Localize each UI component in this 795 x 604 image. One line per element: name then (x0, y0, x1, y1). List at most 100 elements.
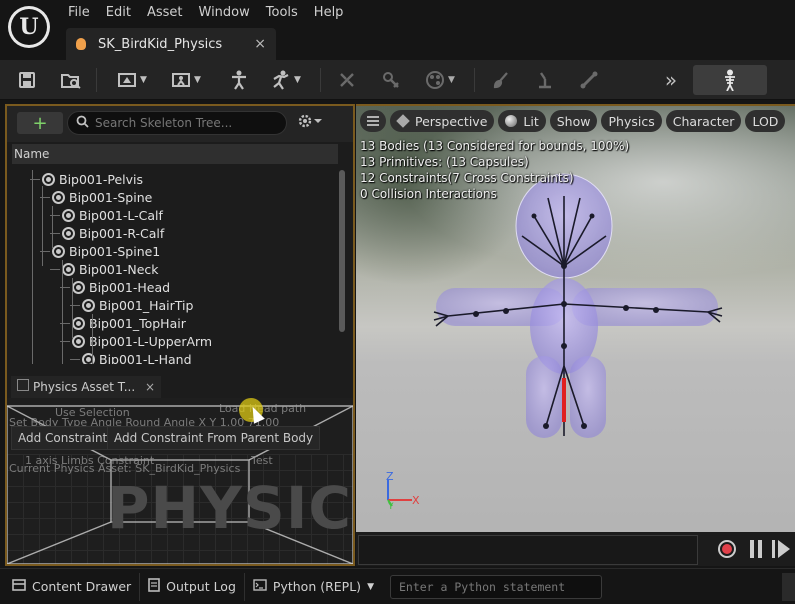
tree-item[interactable]: Bip001-Pelvis (42, 170, 143, 188)
viewport-timeline-field[interactable] (358, 535, 698, 565)
tree-scrollbar[interactable] (339, 170, 345, 332)
disable-collision-icon[interactable] (336, 67, 358, 93)
tree-guide-line (72, 278, 73, 338)
bone-icon (72, 280, 85, 294)
output-log-button[interactable]: Output Log (140, 572, 245, 601)
tree-item-label: Bip001-Spine1 (69, 243, 161, 259)
add-bone-button[interactable]: + (17, 112, 63, 134)
lit-label: Lit (523, 113, 539, 129)
perspective-button[interactable]: Perspective (390, 110, 495, 132)
tree-item[interactable]: Bip001-Spine (52, 188, 152, 206)
axis-z-label: Z (386, 470, 394, 483)
tree-item[interactable]: Bip001-R-Calf (62, 224, 164, 242)
menu-tools[interactable]: Tools (258, 3, 306, 22)
physics-button[interactable]: Physics (601, 110, 662, 132)
more-tools-button[interactable]: » (660, 67, 682, 93)
animation-mode-button[interactable]: ▼ (166, 67, 206, 93)
tree-item[interactable]: Bip001-L-Calf (62, 206, 163, 224)
lit-button[interactable]: Lit (498, 110, 546, 132)
chevron-down-icon: ▼ (294, 75, 301, 85)
tree-item[interactable]: Bip001-Spine1 (52, 242, 160, 260)
content-drawer-label: Content Drawer (32, 579, 132, 594)
character-pose-icon[interactable] (228, 67, 250, 93)
tree-item-label: Bip001-L-Hand (99, 351, 192, 365)
pause-icon[interactable] (750, 540, 762, 558)
enable-collision-icon[interactable] (380, 67, 402, 93)
stats-constraints: 12 Constraints(7 Cross Constraints) (360, 171, 574, 185)
physics-viewport[interactable]: Perspective Lit Show Physics Character L… (356, 104, 795, 566)
python-statement-input[interactable]: Enter a Python statement (389, 574, 602, 599)
content-drawer-button[interactable]: Content Drawer (4, 572, 141, 601)
viewport-toolbar: Perspective Lit Show Physics Character L… (356, 108, 795, 134)
menu-asset[interactable]: Asset (139, 3, 191, 22)
character-button[interactable]: Character (665, 110, 742, 132)
primitive-shape-button[interactable]: ▼ (420, 67, 460, 93)
menu-edit[interactable]: Edit (98, 3, 139, 22)
python-input-placeholder: Enter a Python statement (398, 579, 566, 594)
brush-icon[interactable] (490, 67, 512, 93)
search-placeholder: Search Skeleton Tree... (95, 116, 233, 130)
add-constraint-from-parent-button[interactable]: Add Constraint From Parent Body (107, 426, 321, 450)
search-skeleton-input[interactable]: Search Skeleton Tree... (67, 111, 287, 135)
menu-window[interactable]: Window (191, 3, 258, 22)
toolbar-separator (96, 68, 97, 92)
tree-item[interactable]: Bip001_HairTip (82, 296, 193, 314)
physics-asset-tools-tab[interactable]: Physics Asset T... Physics × (11, 376, 161, 398)
menu-help[interactable]: Help (306, 3, 352, 22)
find-in-browser-icon[interactable] (58, 67, 84, 93)
tree-item[interactable]: Bip001-L-Hand (82, 350, 192, 364)
stats-collisions: 0 Collision Interactions (360, 187, 497, 201)
skeleton-icon[interactable] (693, 65, 767, 95)
tree-item[interactable]: Bip001-Neck (62, 260, 159, 278)
record-icon[interactable] (718, 540, 736, 558)
python-repl-label: Python (REPL) (272, 579, 362, 594)
step-bar-icon (772, 540, 775, 558)
tree-guide-line (52, 206, 53, 248)
bone-icon (52, 244, 65, 258)
bone-tool-icon[interactable] (578, 67, 600, 93)
status-bar-end-button[interactable] (782, 573, 795, 601)
skeleton-tree-panel: + Search Skeleton Tree... Name Bip001-Pe… (5, 104, 355, 566)
gear-icon[interactable] (297, 113, 323, 133)
tree-guide-line (62, 260, 63, 364)
tree-item[interactable]: Bip001_TopHair (72, 314, 186, 332)
unreal-logo-icon[interactable]: U (8, 6, 50, 48)
menu-file[interactable]: File (60, 3, 98, 22)
document-tab[interactable]: SK_BirdKid_Physics × (66, 28, 276, 60)
add-constraint-button[interactable]: Add Constraint (11, 426, 115, 450)
search-icon (76, 115, 89, 132)
play-icon[interactable] (778, 540, 790, 558)
close-tab-icon[interactable]: × (145, 380, 155, 394)
tree-item[interactable]: Bip001-L-UpperArm (72, 332, 212, 350)
document-tab-label: SK_BirdKid_Physics (98, 36, 223, 52)
bone-icon (72, 316, 85, 330)
tree-guide-line (92, 314, 93, 364)
tree-item-label: Bip001-Neck (79, 261, 159, 277)
tree-guide-line (32, 170, 33, 364)
output-log-label: Output Log (166, 579, 236, 594)
chevron-down-icon: ▼ (140, 75, 147, 85)
tree-item[interactable]: Bip001-Head (72, 278, 170, 296)
bone-icon (72, 334, 85, 348)
close-tab-icon[interactable]: × (254, 36, 266, 52)
hamburger-icon[interactable] (360, 110, 386, 132)
content-drawer-icon (12, 579, 26, 594)
python-repl-dropdown[interactable]: Python (REPL) ▼ (245, 573, 382, 601)
mesh-mode-button[interactable]: ▼ (112, 67, 152, 93)
viewport-stats: 13 Bodies (13 Considered for bounds, 100… (360, 138, 629, 202)
status-bar: Content Drawer Output Log Python (REPL) … (0, 568, 795, 604)
simulate-button[interactable]: ▼ (266, 67, 306, 93)
axis-x-label: X (412, 494, 420, 507)
tab-grid-icon (17, 379, 29, 391)
tree-guide-line (70, 359, 80, 360)
cube-icon (396, 114, 410, 128)
output-log-icon (148, 578, 160, 595)
lod-button[interactable]: LOD (745, 110, 786, 132)
constraint-icon[interactable] (534, 67, 556, 93)
save-icon[interactable] (16, 67, 38, 93)
show-button[interactable]: Show (549, 110, 598, 132)
chevron-down-icon: ▼ (367, 581, 374, 592)
stats-primitives: 13 Primitives: (13 Capsules) (360, 155, 529, 169)
tree-column-header[interactable]: Name (12, 144, 338, 164)
chevron-down-icon: ▼ (194, 75, 201, 85)
